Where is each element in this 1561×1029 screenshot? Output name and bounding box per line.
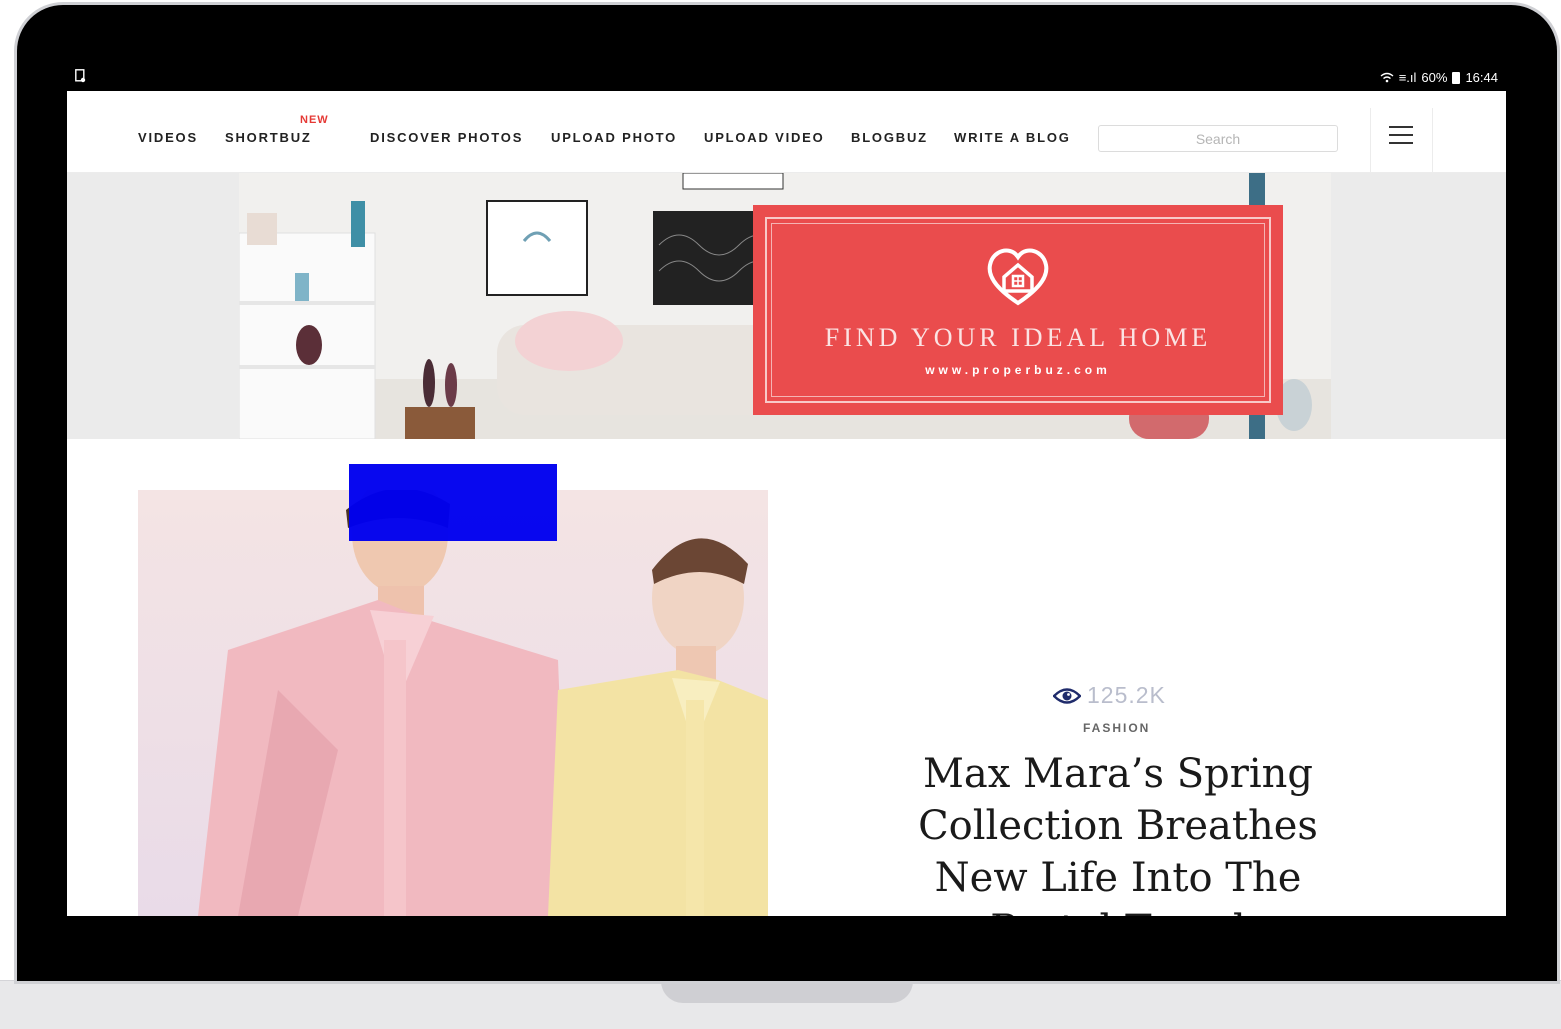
view-count: 125.2K [1053, 682, 1166, 709]
ad-banner[interactable]: FIND YOUR IDEAL HOME www.properbuz.com [67, 173, 1506, 439]
nav-write-a-blog[interactable]: WRITE A BLOG [954, 130, 1071, 145]
blue-overlay-block [349, 464, 557, 541]
status-right: ≡.ıl 60% 16:44 [1380, 70, 1498, 85]
article-headline[interactable]: Max Mara’s Spring Collection Breathes Ne… [887, 748, 1349, 916]
battery-percent: 60% [1421, 70, 1448, 85]
article-image[interactable] [138, 490, 768, 916]
ad-url: www.properbuz.com [925, 363, 1111, 377]
view-count-value: 125.2K [1087, 682, 1166, 708]
laptop-notch [661, 981, 913, 1003]
article-category[interactable]: FASHION [1083, 721, 1150, 735]
nav-videos[interactable]: VIDEOS [138, 130, 198, 145]
heart-home-icon [987, 248, 1049, 306]
battery-icon [1452, 71, 1461, 84]
nav-upload-photo[interactable]: UPLOAD PHOTO [551, 130, 677, 145]
wifi-icon [1380, 72, 1394, 83]
status-bar: ≡.ıl 60% 16:44 [67, 65, 1506, 91]
search-input[interactable] [1098, 125, 1338, 152]
laptop-base [0, 980, 1561, 1029]
fashion-photo [138, 490, 768, 916]
eye-icon [1053, 687, 1081, 704]
new-badge: NEW [300, 114, 329, 126]
hamburger-menu-icon [1389, 126, 1415, 146]
menu-button[interactable] [1370, 108, 1433, 172]
nav-shortbuz-label: SHORTBUZ [225, 130, 312, 145]
ad-title: FIND YOUR IDEAL HOME [824, 323, 1212, 352]
nav-upload-video[interactable]: UPLOAD VIDEO [704, 130, 825, 145]
ad-card[interactable]: FIND YOUR IDEAL HOME www.properbuz.com [753, 205, 1283, 415]
screen: ≡.ıl 60% 16:44 VIDEOS SHORTBUZ NEW DISCO… [67, 65, 1506, 916]
nav-discover-photos[interactable]: DISCOVER PHOTOS [370, 130, 523, 145]
signal-icon: ≡.ıl [1398, 70, 1417, 85]
nav-shortbuz[interactable]: SHORTBUZ NEW [225, 114, 328, 145]
screenshot-icon [75, 69, 86, 83]
top-navigation: VIDEOS SHORTBUZ NEW DISCOVER PHOTOS UPLO… [67, 91, 1506, 173]
nav-blogbuz[interactable]: BLOGBUZ [851, 130, 928, 145]
clock: 16:44 [1465, 70, 1498, 85]
